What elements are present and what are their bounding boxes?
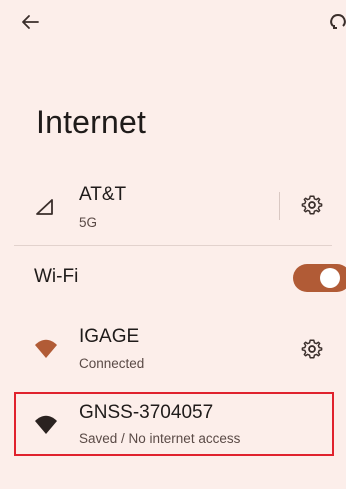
- igage-settings-gear-icon[interactable]: [301, 338, 323, 360]
- wifi-toggle-thumb: [320, 268, 340, 288]
- carrier-name: AT&T: [79, 184, 127, 205]
- network-status: Saved / No internet access: [79, 431, 241, 446]
- network-type: 5G: [79, 215, 98, 230]
- mobile-settings-gear-icon[interactable]: [301, 194, 323, 216]
- section-divider: [14, 245, 332, 246]
- wifi-network-gnss-row[interactable]: GNSS-3704057 Saved / No internet access: [16, 394, 332, 454]
- network-status: Connected: [79, 356, 145, 371]
- wifi-network-igage-row[interactable]: IGAGE Connected: [0, 322, 290, 378]
- page-title: Internet: [36, 104, 147, 140]
- network-name: IGAGE: [79, 326, 140, 347]
- back-arrow-icon[interactable]: [18, 10, 42, 34]
- wifi-label: Wi-Fi: [34, 266, 79, 287]
- overflow-icon[interactable]: [326, 10, 346, 34]
- network-name: GNSS-3704057: [79, 402, 214, 423]
- cellular-signal-icon: [34, 196, 56, 218]
- mobile-network-row[interactable]: AT&T 5G: [0, 180, 346, 240]
- wifi-icon: [34, 338, 58, 360]
- wifi-icon: [34, 414, 58, 436]
- vertical-divider: [279, 192, 280, 220]
